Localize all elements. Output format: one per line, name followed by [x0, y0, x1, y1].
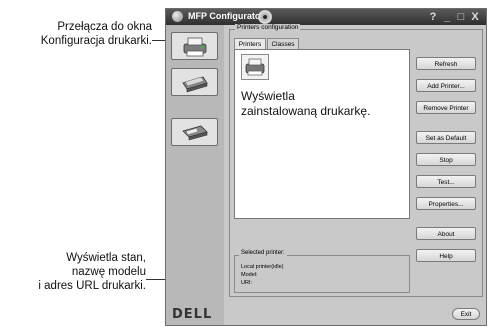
selected-printer-label: Selected printer:: [239, 250, 287, 256]
exit-button[interactable]: Exit: [452, 308, 480, 320]
remove-printer-button[interactable]: Remove Printer: [416, 101, 476, 114]
mode-sidebar: DELL: [166, 25, 224, 325]
callout-bottom-line2: nazwę modelu: [71, 266, 146, 278]
help-button[interactable]: Help: [416, 249, 476, 262]
callout-top-line1: Przełącza do okna: [57, 21, 152, 33]
refresh-button[interactable]: Refresh: [416, 57, 476, 70]
printers-configuration-button[interactable]: [171, 32, 218, 60]
callout-bottom: Wyświetla stan, nazwę modelu i adres URL…: [0, 251, 146, 293]
maximize-button[interactable]: □: [455, 11, 467, 23]
printer-list[interactable]: Wyświetla zainstalowaną drukarkę.: [234, 49, 410, 219]
callout-middle-line1: Wyświetla: [241, 89, 295, 103]
title-bar: MFP Configurator ? _ □ X: [166, 9, 486, 25]
selected-printer-model: Model:: [241, 272, 258, 278]
callout-middle-line2: zainstalowaną drukarkę.: [241, 104, 371, 118]
window-title: MFP Configurator: [188, 11, 264, 21]
printer-list-callout: Wyświetla zainstalowaną drukarkę.: [241, 89, 370, 119]
close-button[interactable]: X: [469, 11, 481, 23]
stop-button[interactable]: Stop: [416, 153, 476, 166]
scanner-icon: [182, 76, 208, 93]
printer-icon: [183, 37, 207, 57]
properties-button[interactable]: Properties...: [416, 197, 476, 210]
callout-bottom-line1: Wyświetla stan,: [66, 252, 146, 264]
set-default-button[interactable]: Set as Default: [416, 131, 476, 144]
ports-configuration-button[interactable]: [171, 118, 218, 146]
printers-configuration-group: Printers configuration Printers Classes …: [229, 24, 483, 297]
callout-top-line2: Konfiguracja drukarki.: [40, 35, 152, 47]
port-icon: [182, 125, 208, 141]
test-button[interactable]: Test...: [416, 175, 476, 188]
about-button[interactable]: About: [416, 227, 476, 240]
callout-bottom-line3: i adres URL drukarki.: [38, 280, 146, 292]
tab-classes[interactable]: Classes: [267, 38, 299, 49]
help-window-button[interactable]: ?: [427, 11, 439, 23]
group-label: Printers configuration: [235, 24, 301, 31]
mfp-configurator-window: MFP Configurator ? _ □ X DELL Printers c…: [165, 8, 487, 326]
disc-icon: [258, 10, 272, 24]
callout-top: Przełącza do okna Konfiguracja drukarki.: [0, 20, 152, 48]
add-printer-button[interactable]: Add Printer...: [416, 79, 476, 92]
selected-printer-status: Local printer(idle): [241, 264, 284, 270]
selected-printer-uri: URI:: [241, 280, 252, 286]
minimize-button[interactable]: _: [441, 11, 453, 23]
dell-logo: DELL: [172, 307, 213, 322]
scanners-configuration-button[interactable]: [171, 68, 218, 96]
selected-printer-box: Selected printer: Local printer(idle) Mo…: [234, 250, 410, 293]
app-icon: [172, 11, 183, 22]
printer-list-item[interactable]: [241, 54, 269, 80]
printer-icon: [245, 58, 265, 76]
